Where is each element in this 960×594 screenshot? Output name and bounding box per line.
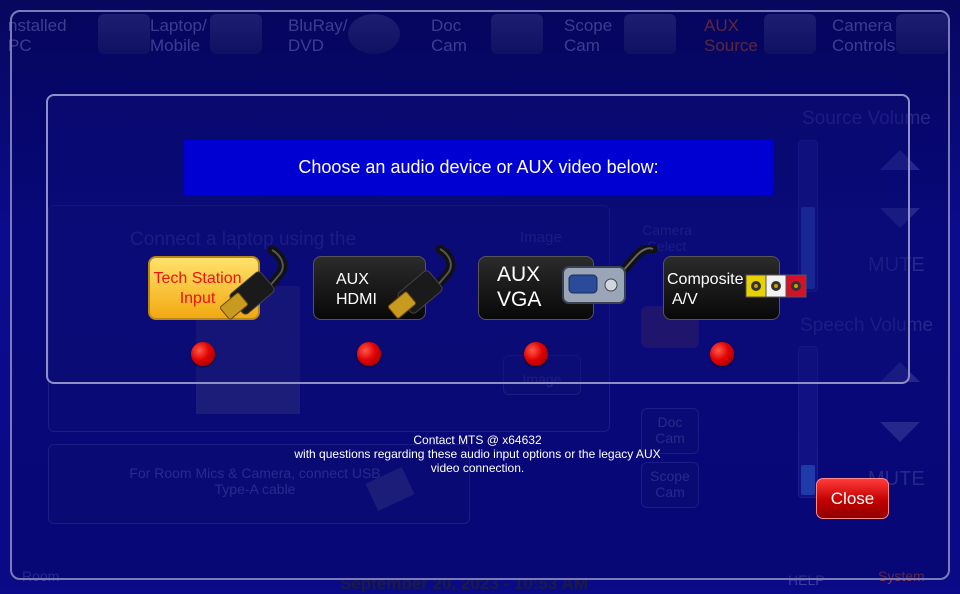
- device-tech-station-input-button[interactable]: Tech Station Input: [148, 246, 288, 320]
- tech-station-indicator: [191, 342, 215, 366]
- dialog-banner: Choose an audio device or AUX video belo…: [184, 140, 773, 195]
- device-label: AUX VGA: [497, 263, 542, 311]
- device-label: Composite A/V: [667, 271, 744, 308]
- device-label: AUX HDMI: [336, 271, 377, 308]
- vga-plug-icon: [562, 245, 658, 304]
- composite-jacks-icon: [745, 274, 807, 298]
- device-composite-av-button[interactable]: Composite A/V: [663, 256, 807, 320]
- contact-info: Contact MTS @ x64632 with questions rega…: [294, 433, 661, 475]
- aux-vga-indicator: [524, 342, 548, 366]
- audio-device-dialog: [46, 94, 910, 384]
- device-aux-hdmi-button[interactable]: AUX HDMI: [313, 245, 456, 320]
- aux-hdmi-indicator: [357, 342, 381, 366]
- close-button[interactable]: Close: [816, 478, 889, 519]
- hdmi-plug-icon: [219, 246, 288, 320]
- composite-av-indicator: [710, 342, 734, 366]
- hdmi-plug-icon: [387, 245, 456, 319]
- device-aux-vga-button[interactable]: AUX VGA: [478, 245, 658, 320]
